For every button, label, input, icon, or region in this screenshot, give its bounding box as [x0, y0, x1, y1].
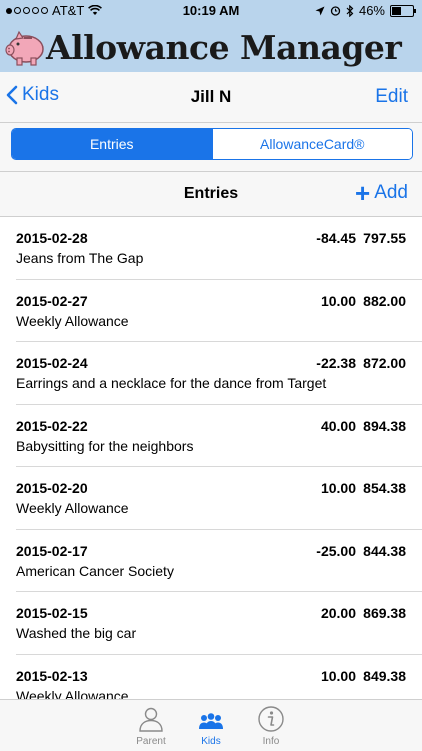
segmented-control: Entries AllowanceCard® [11, 128, 413, 160]
entry-date: 2015-02-17 [16, 542, 88, 559]
entry-description: American Cancer Society [16, 562, 174, 579]
tab-bar: Parent Kids Info [0, 699, 422, 751]
group-icon [199, 713, 223, 729]
battery-icon [390, 4, 416, 17]
table-row[interactable]: 2015-02-15 20.00 869.38 Washed the big c… [16, 592, 422, 655]
table-row[interactable]: 2015-02-22 40.00 894.38 Babysitting for … [16, 405, 422, 467]
entry-date: 2015-02-13 [16, 667, 88, 684]
entry-amount: 10.00 [320, 480, 356, 496]
table-row[interactable]: 2015-02-27 10.00 882.00 Weekly Allowance [16, 280, 422, 342]
entry-balance: 844.38 [363, 542, 406, 559]
entry-description: Earrings and a necklace for the dance fr… [16, 375, 327, 391]
tab-kids[interactable]: Kids [181, 705, 241, 747]
entry-amount: -84.45 [316, 230, 356, 246]
table-row[interactable]: 2015-02-17 -25.00 844.38 American Cancer… [16, 530, 422, 592]
entry-amount: 10.00 [320, 667, 356, 684]
alarm-icon [330, 6, 341, 16]
entry-description: Washed the big car [16, 625, 137, 641]
entries-list: 2015-02-28 -84.45 797.55 Jeans from The … [0, 217, 422, 699]
info-icon [258, 706, 284, 732]
plus-icon: + [355, 178, 371, 208]
battery-fill [392, 6, 402, 15]
app-title: Allowance Manager [46, 28, 402, 67]
table-row[interactable]: 2015-02-20 10.00 854.38 Weekly Allowance [16, 467, 422, 530]
entry-date: 2015-02-24 [16, 355, 88, 371]
entry-date: 2015-02-27 [16, 292, 88, 309]
entry-amount: -22.38 [316, 355, 356, 371]
entry-balance: 849.38 [363, 667, 406, 684]
page-title: Jill N [190, 87, 232, 106]
table-row[interactable]: 2015-02-28 -84.45 797.55 Jeans from The … [16, 217, 422, 280]
tab-kids-label: Kids [201, 736, 221, 747]
navigation-bar: Kids Jill N Edit [0, 72, 422, 123]
table-row[interactable]: 2015-02-24 -22.38 872.00 Earrings and a … [16, 342, 422, 405]
entry-balance: 894.38 [363, 417, 406, 434]
bluetooth-icon [346, 4, 354, 17]
tab-parent[interactable]: Parent [121, 705, 181, 747]
section-header: Entries + Add [0, 172, 422, 217]
entry-description: Weekly Allowance [16, 312, 129, 329]
entry-balance: 854.38 [363, 480, 406, 496]
entry-balance: 872.00 [363, 355, 406, 371]
entry-description: Babysitting for the neighbors [16, 437, 194, 454]
segment-bar: Entries AllowanceCard® [0, 123, 422, 172]
app-banner: Allowance Manager [0, 22, 422, 72]
person-icon [139, 707, 163, 732]
entry-amount: 10.00 [320, 292, 356, 309]
segment-entries[interactable]: Entries [12, 129, 212, 159]
entry-balance: 797.55 [363, 230, 406, 246]
piggy-bank-icon [5, 30, 44, 66]
tab-info[interactable]: Info [241, 705, 301, 747]
status-bar: AT&T 10:19 AM 46% [0, 0, 422, 22]
tab-info-label: Info [262, 736, 280, 747]
battery-percent: 46% [358, 3, 385, 18]
entry-date: 2015-02-20 [16, 480, 88, 496]
segment-allowance-card[interactable]: AllowanceCard® [211, 129, 412, 159]
entry-date: 2015-02-22 [16, 417, 88, 434]
location-icon [315, 6, 325, 15]
add-button[interactable]: + Add [355, 178, 408, 208]
status-right: 46% [315, 3, 416, 18]
entry-amount: 40.00 [320, 417, 356, 434]
entry-description: Jeans from The Gap [16, 250, 144, 266]
entry-date: 2015-02-15 [16, 605, 88, 621]
entry-description: Weekly Allowance [16, 500, 129, 516]
entry-amount: 20.00 [320, 605, 356, 621]
tab-parent-label: Parent [136, 736, 166, 747]
entry-description: Weekly Allowance [16, 687, 129, 700]
table-row[interactable]: 2015-02-13 10.00 849.38 Weekly Allowance [16, 655, 422, 700]
edit-button[interactable]: Edit [375, 86, 408, 108]
entry-balance: 869.38 [363, 605, 406, 621]
add-button-label: Add [374, 182, 408, 203]
entry-date: 2015-02-28 [16, 230, 88, 246]
entry-amount: -25.00 [316, 542, 356, 559]
entry-balance: 882.00 [363, 292, 406, 309]
